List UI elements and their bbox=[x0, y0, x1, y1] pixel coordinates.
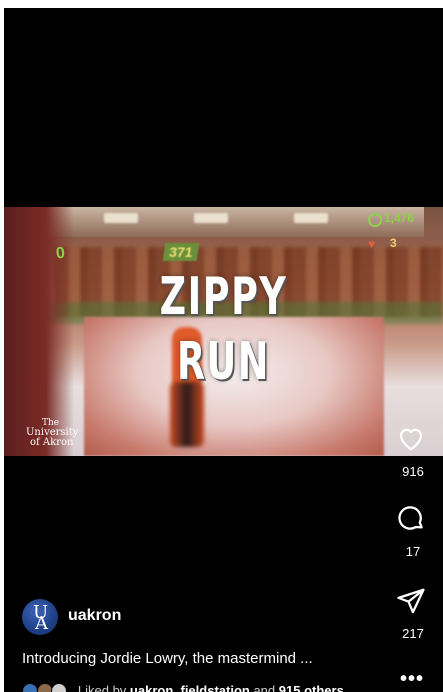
liker-avatar bbox=[36, 682, 53, 692]
video-title-line2: RUN bbox=[177, 332, 270, 392]
game-left-counter: 0 bbox=[55, 244, 66, 263]
video-ceiling bbox=[44, 207, 424, 237]
game-lives: 3 bbox=[390, 236, 397, 250]
liked-by-row[interactable]: Liked by uakron_fieldstation and 915 oth… bbox=[22, 682, 344, 692]
heart-icon[interactable] bbox=[396, 423, 426, 453]
game-score: 371 bbox=[162, 243, 200, 261]
comment-count: 17 bbox=[405, 544, 421, 559]
reel-screen: 371 0 1,476 ♥ 3 ZIPPY RUN The University… bbox=[4, 8, 443, 692]
reel-video[interactable]: 371 0 1,476 ♥ 3 ZIPPY RUN The University… bbox=[4, 207, 443, 456]
coin-icon bbox=[368, 213, 382, 227]
share-icon[interactable] bbox=[396, 586, 426, 616]
more-icon[interactable]: ••• bbox=[400, 668, 424, 691]
comment-icon[interactable] bbox=[396, 503, 426, 533]
liker-avatar bbox=[51, 682, 68, 692]
like-count: 916 bbox=[402, 464, 424, 479]
share-count: 217 bbox=[402, 626, 424, 641]
university-logo: The University of Akron bbox=[26, 418, 79, 448]
game-coins: 1,476 bbox=[384, 211, 415, 225]
lives-heart-icon: ♥ bbox=[368, 237, 376, 251]
liker-avatar bbox=[22, 682, 38, 692]
video-title-line1: ZIPPY bbox=[159, 267, 288, 327]
author-username[interactable]: uakron bbox=[68, 607, 121, 625]
post-caption[interactable]: Introducing Jordie Lowry, the mastermind… bbox=[22, 650, 313, 667]
author-avatar[interactable]: UA bbox=[22, 599, 58, 635]
liked-by-text: Liked by uakron_fieldstation and 915 oth… bbox=[77, 683, 344, 692]
